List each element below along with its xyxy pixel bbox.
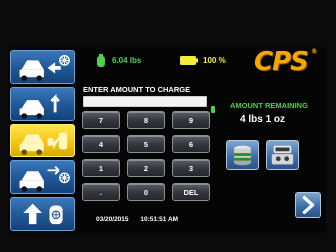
sidebar-item-charge[interactable] xyxy=(10,123,75,158)
tank-icon xyxy=(97,54,105,67)
sidebar-item-recycle[interactable] xyxy=(10,160,75,195)
chevron-right-icon xyxy=(302,196,315,214)
logo-text: CPS xyxy=(254,47,309,77)
key-1[interactable]: 1 xyxy=(82,159,120,177)
key-6[interactable]: 6 xyxy=(172,135,210,153)
battery-icon xyxy=(180,56,198,65)
key-decimal[interactable]: . xyxy=(82,183,120,201)
scale-button[interactable] xyxy=(266,140,299,170)
charge-icon xyxy=(19,132,68,155)
key-2[interactable]: 2 xyxy=(127,159,165,177)
charge-screen: 6.04 lbs 100 % CPS ® ENTER AMOUNT TO CHA… xyxy=(8,47,326,233)
key-delete[interactable]: DEL xyxy=(172,183,210,201)
key-3[interactable]: 3 xyxy=(172,159,210,177)
sidebar-item-vacuum[interactable] xyxy=(10,86,75,121)
refrigerant-tank-icon xyxy=(234,145,251,166)
key-0[interactable]: 0 xyxy=(127,183,165,201)
amount-remaining-value: 4 lbs 1 oz xyxy=(240,114,286,125)
status-bar: 6.04 lbs 100 % xyxy=(88,51,258,71)
battery-level: 100 % xyxy=(203,56,226,65)
time-text: 10:51:51 AM xyxy=(140,216,179,223)
key-9[interactable]: 9 xyxy=(172,111,210,129)
vacuum-icon xyxy=(19,93,60,119)
cps-logo: CPS ® xyxy=(254,47,318,77)
tank-button[interactable] xyxy=(226,140,259,170)
recover-refrigerant-icon xyxy=(19,54,70,81)
date-time: 03/20/2015 10:51:51 AM xyxy=(96,216,216,223)
sidebar-item-recover[interactable] xyxy=(10,50,75,84)
key-8[interactable]: 8 xyxy=(127,111,165,129)
sidebar xyxy=(10,50,75,231)
amount-remaining-label: AMOUNT REMAINING xyxy=(230,101,308,110)
charge-prompt: ENTER AMOUNT TO CHARGE xyxy=(83,85,191,94)
numeric-keypad: 7 8 9 4 5 6 1 2 3 . 0 DEL xyxy=(82,111,210,213)
input-indicator xyxy=(211,106,215,113)
date-text: 03/20/2015 xyxy=(96,216,129,223)
sidebar-item-tank-fill[interactable] xyxy=(10,197,75,231)
logo-trademark: ® xyxy=(311,48,317,55)
charge-amount-input[interactable] xyxy=(83,96,207,107)
next-button[interactable] xyxy=(295,192,321,218)
recycle-refrigerant-icon xyxy=(19,166,70,193)
key-4[interactable]: 4 xyxy=(82,135,120,153)
scale-icon xyxy=(271,145,294,165)
key-7[interactable]: 7 xyxy=(82,111,120,129)
tank-weight: 6.04 lbs xyxy=(112,56,142,65)
key-5[interactable]: 5 xyxy=(127,135,165,153)
tank-fill-icon xyxy=(23,203,63,225)
